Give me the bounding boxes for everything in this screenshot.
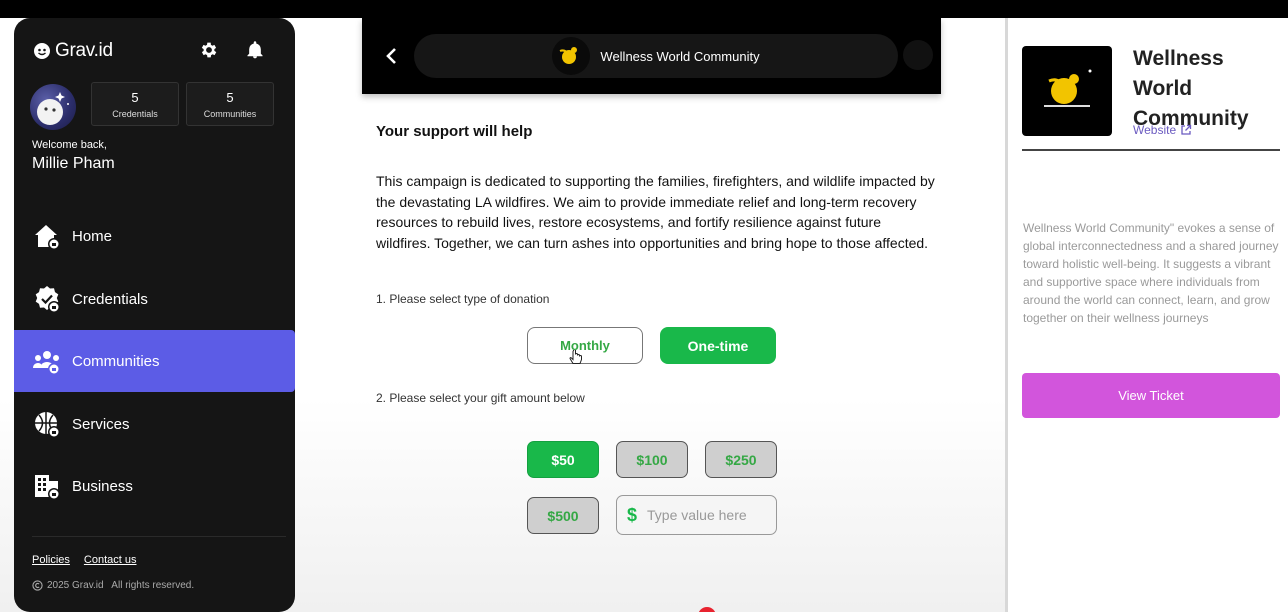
policies-link[interactable]: Policies — [32, 554, 70, 566]
nav-label-communities: Communities — [72, 352, 160, 370]
one-time-button[interactable]: One-time — [660, 327, 776, 364]
communities-count: 5 — [226, 90, 234, 105]
section-title: Your support will help — [376, 123, 533, 140]
community-description: Wellness World Community" evokes a sense… — [1023, 221, 1279, 325]
amount-250-button[interactable]: $250 — [705, 441, 777, 478]
app-logo[interactable]: Grav.id — [32, 40, 113, 62]
copyright-icon — [32, 580, 43, 591]
header-title: Wellness World Community — [600, 48, 760, 64]
top-icon-group — [199, 40, 265, 60]
website-link[interactable]: Website — [1133, 123, 1192, 137]
user-name: Millie Pham — [32, 155, 115, 172]
sidebar-divider — [32, 536, 286, 537]
community-header: Wellness World Community — [362, 18, 941, 94]
amount-50-button[interactable]: $50 — [527, 441, 599, 478]
grav-logo-icon — [34, 43, 50, 59]
back-arrow-icon[interactable] — [382, 46, 402, 66]
logo-text: Grav.id — [55, 40, 113, 61]
nav-item-communities[interactable]: Communities — [14, 330, 295, 392]
nav-label-credentials: Credentials — [72, 290, 148, 308]
external-link-icon — [1181, 124, 1192, 135]
view-ticket-button[interactable]: View Ticket — [1022, 373, 1280, 418]
copyright-text: 2025 Grav.id All rights reserved. — [47, 580, 195, 591]
custom-amount-input[interactable] — [647, 507, 768, 523]
credentials-stat[interactable]: 5 Credentials — [91, 82, 179, 126]
community-mini-logo — [552, 37, 591, 75]
top-black-strip — [0, 0, 1288, 18]
amount-500-button[interactable]: $500 — [527, 497, 599, 534]
panel-separator — [1022, 149, 1280, 151]
dollar-icon: $ — [627, 504, 638, 525]
nav-item-credentials[interactable]: Credentials — [14, 268, 295, 330]
business-icon — [32, 471, 62, 501]
communities-stat-label: Communities — [203, 109, 257, 119]
sidebar: Grav.id 5 Credentials 5 Communities Welc… — [14, 18, 295, 612]
donation-type-label: 1. Please select type of donation — [376, 292, 550, 306]
amount-100-button[interactable]: $100 — [616, 441, 688, 478]
communities-icon — [32, 346, 62, 376]
copyright: 2025 Grav.id All rights reserved. — [32, 580, 194, 591]
credentials-icon — [32, 284, 62, 314]
welcome-text: Welcome back, — [32, 139, 107, 151]
community-title-pill: Wellness World Community — [414, 34, 898, 78]
avatar[interactable] — [30, 84, 76, 130]
campaign-description: This campaign is dedicated to supporting… — [376, 173, 935, 251]
contact-link[interactable]: Contact us — [84, 554, 137, 566]
hand-cursor-icon — [569, 348, 583, 366]
custom-amount-field[interactable]: $ — [616, 495, 777, 535]
nav-label-home: Home — [72, 227, 113, 245]
nav-item-business[interactable]: Business — [14, 455, 295, 517]
community-title: Wellness World Community — [1133, 47, 1249, 130]
credentials-count: 5 — [131, 90, 139, 105]
nav-label-services: Services — [72, 415, 130, 433]
gift-amount-label: 2. Please select your gift amount below — [376, 391, 585, 405]
services-icon — [32, 409, 62, 439]
nav-item-home[interactable]: Home — [14, 205, 295, 267]
monthly-button[interactable]: Monthly — [527, 327, 643, 364]
footer-links: Policies Contact us — [32, 554, 137, 566]
nav-item-services[interactable]: Services — [14, 393, 295, 455]
bell-icon[interactable] — [245, 40, 265, 60]
nav-label-business: Business — [72, 477, 133, 495]
credentials-stat-label: Credentials — [112, 109, 158, 119]
community-logo — [1022, 46, 1112, 136]
header-action[interactable] — [903, 40, 933, 70]
home-icon — [32, 221, 62, 251]
gear-icon[interactable] — [199, 40, 219, 60]
website-label: Website — [1133, 123, 1177, 137]
communities-stat[interactable]: 5 Communities — [186, 82, 274, 126]
